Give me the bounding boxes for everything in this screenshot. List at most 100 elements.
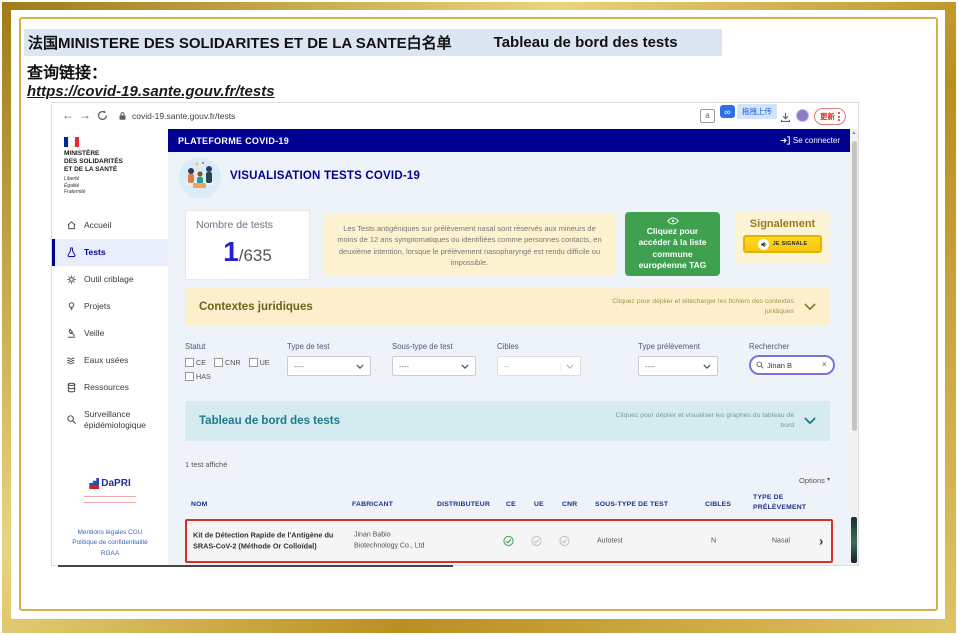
antigen-info-box: Les Tests antigéniques sur prélèvement n… [323, 214, 616, 276]
download-icon[interactable] [780, 112, 791, 123]
magnifier-icon [66, 414, 77, 425]
reload-icon[interactable] [97, 110, 108, 121]
contextes-juridiques-banner[interactable]: Contextes juridiques Cliquez pour déplie… [185, 288, 830, 326]
contextes-title: Contextes juridiques [199, 301, 313, 313]
scrollbar-thumb[interactable] [852, 141, 857, 431]
sidebar-item-surveillance[interactable]: Surveillance épidémiologique [52, 401, 168, 439]
checkbox-ce[interactable]: CE [185, 358, 206, 367]
back-icon[interactable]: ← [62, 109, 74, 121]
type-test-select[interactable]: ---- [287, 356, 371, 376]
checkbox-cnr[interactable]: CNR [214, 358, 241, 367]
row-fabricant: Jinan Babio Biotechnology Co., Ltd [354, 531, 428, 552]
dashboard-banner[interactable]: Tableau de bord des tests Cliquez pour d… [185, 401, 830, 441]
link-rgaa[interactable]: RGAA [52, 549, 168, 559]
scrollbar-thumb-dark[interactable] [851, 517, 857, 563]
chevron-down-icon [461, 364, 469, 369]
ministry-motto: Liberté Égalité Fraternité [64, 176, 168, 196]
je-signale-button[interactable]: JE SIGNALE [743, 235, 822, 253]
sidebar-item-veille[interactable]: Veille [52, 320, 168, 347]
rechercher-label: Rechercher [749, 342, 789, 351]
platform-title: PLATEFORME COVID-19 [178, 136, 289, 146]
contextes-hint: Cliquez pour déplier et télécharger les … [604, 297, 794, 317]
sidebar-item-projets[interactable]: Projets [52, 293, 168, 320]
browser-update-button[interactable]: 更新 [814, 108, 846, 125]
checkbox-box[interactable] [249, 358, 258, 367]
translate-icon[interactable]: a [700, 109, 715, 123]
browser-window: ← → covid-19.sante.gouv.fr/tests a ∞ 拖拽上… [52, 103, 858, 565]
sidebar-item-label: Tests [84, 247, 106, 257]
signalement-card: Signalement JE SIGNALE [735, 212, 830, 264]
sidebar-item-eaux-usees[interactable]: Eaux usées [52, 347, 168, 374]
col-type-prelevement: TYPE DE PRÉLÈVEMENT [753, 493, 817, 513]
cnr-check-icon [559, 536, 570, 547]
sidebar-item-outil-criblage[interactable]: Outil criblage [52, 266, 168, 293]
col-nom: NOM [191, 501, 207, 508]
result-row-highlighted[interactable]: Kit de Détection Rapide de l'Antigène du… [185, 519, 833, 563]
page-scrollbar[interactable]: ▲ [850, 129, 858, 565]
checkbox-box[interactable] [185, 358, 194, 367]
count-total: /635 [239, 246, 272, 265]
chevron-down-icon [356, 364, 364, 369]
clear-search-icon[interactable]: × [822, 361, 827, 369]
slide-title-left: 法国MINISTERE DES SOLIDARITES ET DE LA SAN… [28, 32, 452, 53]
statut-checkbox-row2: HAS [185, 372, 211, 381]
scroll-up-icon[interactable]: ▲ [850, 130, 858, 136]
forward-icon[interactable]: → [79, 109, 91, 121]
link-mentions-legales[interactable]: Mentions légales CGU [52, 528, 168, 538]
sidebar-item-accueil[interactable]: Accueil [52, 212, 168, 239]
microscope-icon [66, 328, 77, 339]
chevron-down-icon[interactable] [804, 417, 816, 425]
slide-title-band: 法国MINISTERE DES SOLIDARITES ET DE LA SAN… [24, 29, 722, 56]
tag-list-button[interactable]: Cliquez pour accéder à la liste commune … [625, 212, 720, 276]
update-label: 更新 [820, 111, 835, 122]
sidebar-item-label: Ressources [84, 382, 129, 392]
chevron-down-icon[interactable] [804, 303, 816, 311]
eye-icon [667, 217, 679, 225]
tag-list-button-label: Cliquez pour accéder à la liste commune … [638, 226, 706, 270]
sidebar-item-label: Surveillance épidémiologique [84, 409, 160, 431]
checkbox-box[interactable] [214, 358, 223, 367]
col-distributeur: DISTRIBUTEUR [437, 501, 490, 508]
waves-icon [66, 355, 77, 366]
browser-toolbar: ← → covid-19.sante.gouv.fr/tests a ∞ 拖拽上… [52, 103, 858, 130]
ministry-name: MINISTÈRE DES SOLIDARITÉS ET DE LA SANTÉ [64, 150, 168, 174]
statut-checkbox-row: CE CNR UE [185, 358, 270, 367]
checkbox-has[interactable]: HAS [185, 372, 211, 381]
page-title: VISUALISATION TESTS COVID-19 [230, 170, 420, 182]
dashboard-hint: Cliquez pour déplier et visualiser les g… [604, 411, 794, 431]
sidebar-item-tests[interactable]: Tests [52, 239, 168, 266]
checkbox-ue[interactable]: UE [249, 358, 270, 367]
checkbox-box[interactable] [185, 372, 194, 381]
team-illustration [178, 156, 222, 200]
row-chevron-right-icon[interactable]: › [819, 534, 823, 549]
profile-avatar[interactable] [796, 109, 809, 122]
dapri-wordmark: DaPRI [101, 478, 130, 489]
cibles-combo[interactable]: -- | [497, 356, 581, 376]
platform-header: PLATEFORME COVID-19 Se connecter [168, 129, 850, 152]
row-type-prelevement: Nasal [772, 538, 790, 545]
se-connecter-button[interactable]: Se connecter [780, 136, 840, 145]
row-sous-type: Autotest [597, 538, 623, 545]
query-link-url[interactable]: https://covid-19.sante.gouv.fr/tests [27, 83, 275, 100]
url-text[interactable]: covid-19.sante.gouv.fr/tests [132, 111, 235, 121]
search-input[interactable] [767, 361, 819, 370]
ce-check-icon [503, 536, 514, 547]
ue-check-icon [531, 536, 542, 547]
flask-icon [66, 247, 77, 258]
search-box[interactable]: × [749, 355, 835, 375]
sous-type-select[interactable]: ---- [392, 356, 476, 376]
sidebar-item-ressources[interactable]: Ressources [52, 374, 168, 401]
sous-type-label: Sous-type de test [392, 342, 453, 351]
link-confidentialite[interactable]: Politique de confidentialité [52, 538, 168, 548]
type-test-label: Type de test [287, 342, 329, 351]
options-dropdown[interactable]: Options ▾ [185, 476, 830, 485]
sidebar-item-label: Eaux usées [84, 355, 128, 365]
sidebar-item-label: Veille [84, 328, 104, 338]
type-prelevement-label: Type prélèvement [638, 342, 700, 351]
type-prelevement-select[interactable]: ---- [638, 356, 718, 376]
upload-tooltip: ∞ 拖拽上传 [720, 104, 777, 119]
upload-tooltip-label: 拖拽上传 [737, 104, 777, 119]
lightbulb-icon [66, 301, 77, 312]
menu-dots-icon[interactable] [838, 112, 840, 121]
netdisk-badge-icon[interactable]: ∞ [720, 105, 735, 118]
